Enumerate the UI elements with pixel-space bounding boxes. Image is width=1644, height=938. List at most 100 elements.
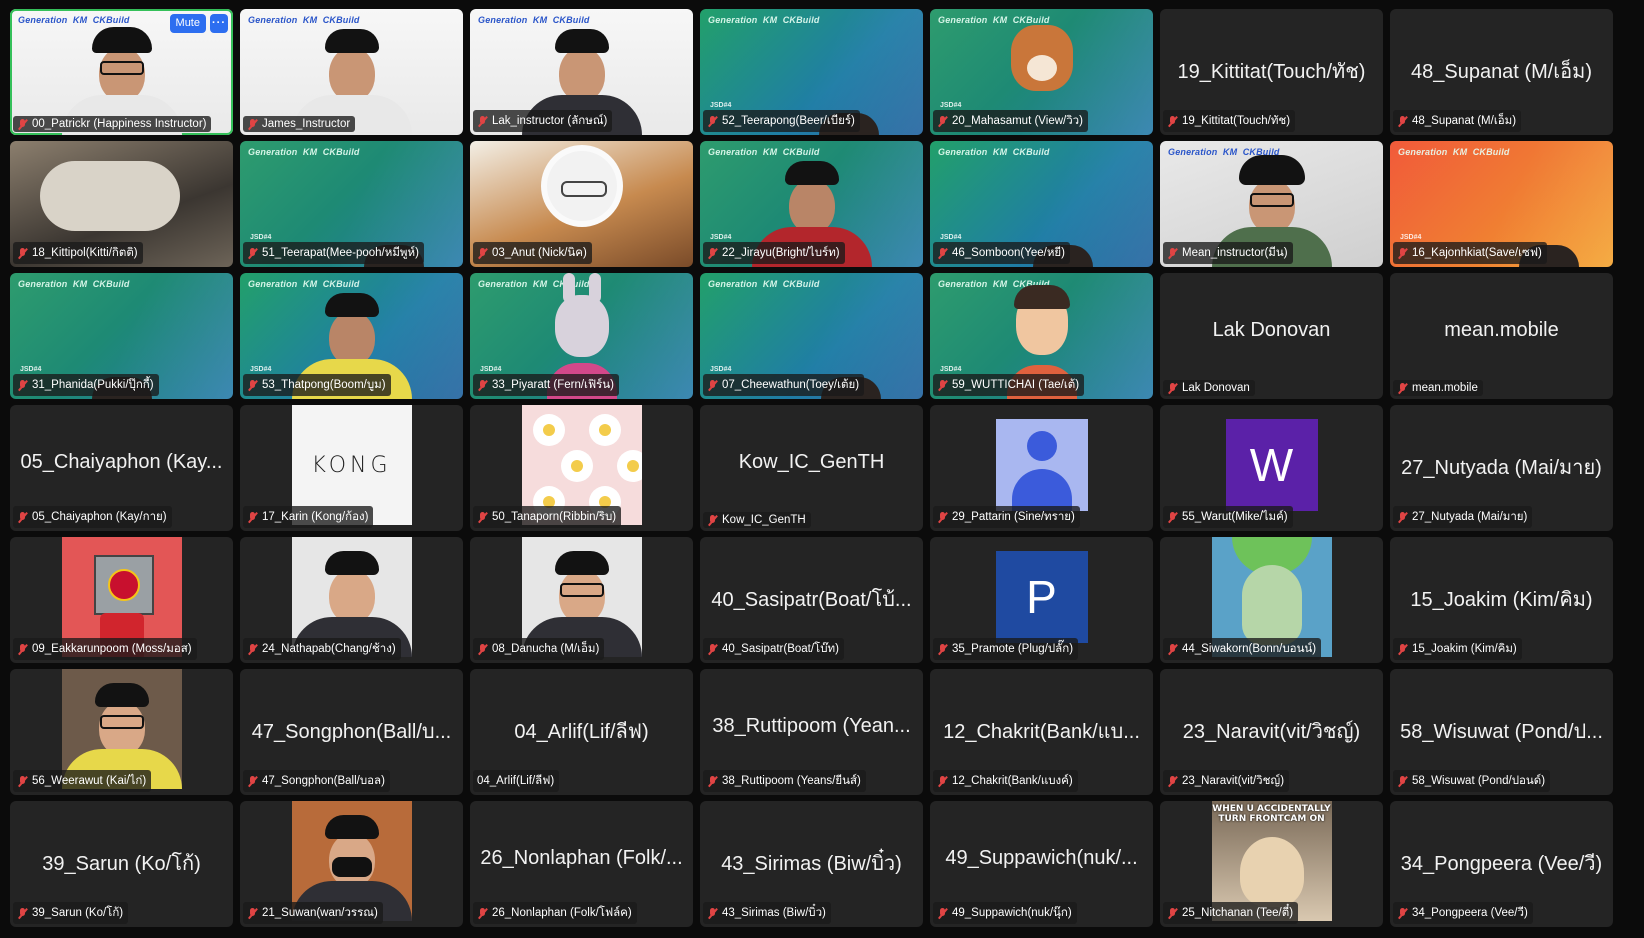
mic-muted-icon (1167, 115, 1178, 127)
mic-muted-icon (1397, 115, 1408, 127)
participant-name-label: Kow_IC_GenTH (703, 512, 811, 528)
participant-tile-00-patrickr[interactable]: Generation KM CKBuild Mute ··· 00_Patrickr … (10, 9, 233, 135)
participant-name: Lak Donovan (1182, 382, 1250, 394)
participant-name: 27_Nutyada (Mai/มาย) (1412, 511, 1528, 523)
participant-tile-mean-instructor[interactable]: Generation KM CKBuild Mean_instructor(มีน… (1160, 141, 1383, 267)
participant-tile-03-anut[interactable]: 03_Anut (Nick/นิค) (470, 141, 693, 267)
participant-tile-39-sarun[interactable]: 39_Sarun (Ko/โก้) 39_Sarun (Ko/โก้) (10, 801, 233, 927)
participant-display-name: 38_Ruttipoom (Yean... (712, 715, 911, 737)
virtual-background-tag: JSD#4 (940, 366, 962, 373)
participant-tile-21-suwan[interactable]: 21_Suwan(wan/วรรณ) (240, 801, 463, 927)
participant-tile-59-wuttichai[interactable]: Generation KM CKBuild JSD#4 59_WUTTICHAI (… (930, 273, 1153, 399)
participant-tile-22-jirayu[interactable]: Generation KM CKBuild JSD#4 22_Jirayu(Brig… (700, 141, 923, 267)
participant-display-name: 34_Pongpeera (Vee/วี) (1400, 853, 1603, 875)
mic-muted-icon (247, 511, 258, 523)
participant-display-name: 05_Chaiyaphon (Kay... (20, 451, 223, 473)
participant-tile-29-pattarin[interactable]: 29_Pattarin (Sine/ทราย) (930, 405, 1153, 531)
participant-tile-51-teerapat[interactable]: Generation KM CKBuild JSD#4 51_Teerapat(Me… (240, 141, 463, 267)
participant-tile-mean-mobile[interactable]: mean.mobile mean.mobile (1390, 273, 1613, 399)
mic-muted-icon (1397, 247, 1408, 259)
participant-name-label: 49_Suppawich(nuk/นุ๊ก) (933, 902, 1077, 924)
virtual-background-logo: Generation KM CKBuild (18, 279, 130, 289)
mic-muted-icon (1397, 907, 1408, 919)
participant-name-label: 17_Karin (Kong/ก้อง) (243, 506, 374, 528)
participant-tile-33-piyaratt[interactable]: Generation KM CKBuild JSD#4 33_Piyaratt (F… (470, 273, 693, 399)
mic-muted-icon (937, 643, 948, 655)
virtual-background-logo: Generation KM CKBuild (248, 15, 360, 25)
participant-tile-17-karin[interactable]: KONG 17_Karin (Kong/ก้อง) (240, 405, 463, 531)
participant-tile-55-warut[interactable]: W 55_Warut(Mike/ไมค์) (1160, 405, 1383, 531)
participant-name-label: 04_Arlif(Lif/ลีฟ) (473, 770, 560, 792)
participant-name: 31_Phanida(Pukki/ปุ๊กกี้) (32, 379, 154, 391)
participant-tile-26-nonlaphan[interactable]: 26_Nonlaphan (Folk/... 26_Nonlaphan (Folk… (470, 801, 693, 927)
virtual-background-logo: Generation KM CKBuild (248, 147, 360, 157)
mic-muted-icon (17, 643, 28, 655)
participant-tile-35-pramote[interactable]: P 35_Pramote (Plug/ปลั๊ก) (930, 537, 1153, 663)
participant-tile-31-phanida[interactable]: Generation KM CKBuild JSD#4 31_Phanida(Puk… (10, 273, 233, 399)
virtual-background-logo: Generation KM CKBuild (938, 147, 1050, 157)
participant-name: 33_Piyaratt (Fern/เฟิร์น) (492, 379, 614, 391)
participant-tile-lak-donovan[interactable]: Lak Donovan Lak Donovan (1160, 273, 1383, 399)
participant-tile-40-sasipatr[interactable]: 40_Sasipatr(Boat/โบ้... 40_Sasipatr(Boat/… (700, 537, 923, 663)
mic-muted-icon (707, 775, 718, 787)
participant-name: 35_Pramote (Plug/ปลั๊ก) (952, 643, 1074, 655)
participant-tile-38-ruttipoom[interactable]: 38_Ruttipoom (Yean... 38_Ruttipoom (Yeans… (700, 669, 923, 795)
mic-muted-icon (247, 907, 258, 919)
participant-name-label: 08_Danucha (M/เอ็ม) (473, 638, 605, 660)
participant-name-label: 25_Nitchanan (Tee/ตี๋) (1163, 902, 1299, 924)
participant-tile-46-somboon[interactable]: Generation KM CKBuild JSD#4 46_Somboon(Yee… (930, 141, 1153, 267)
participant-tile-15-joakim[interactable]: 15_Joakim (Kim/คิม) 15_Joakim (Kim/คิม) (1390, 537, 1613, 663)
participant-tile-23-naravit[interactable]: 23_Naravit(vit/วิชญ์) 23_Naravit(vit/วิชญ… (1160, 669, 1383, 795)
participant-tile-50-tanaporn[interactable]: 50_Tanaporn(Ribbin/ริบ) (470, 405, 693, 531)
participant-tile-18-kittipol[interactable]: 18_Kittipol(Kitti/กิตติ) (10, 141, 233, 267)
participant-display-name: 47_Songphon(Ball/บ... (251, 721, 452, 743)
participant-tile-20-mahasamut[interactable]: Generation KM CKBuild JSD#4 20_Mahasamut (… (930, 9, 1153, 135)
participant-tile-48-supanat[interactable]: 48_Supanat (M/เอ็ม) 48_Supanat (M/เอ็ม) (1390, 9, 1613, 135)
participant-tile-44-siwakorn[interactable]: 44_Siwakorn(Bonn/บอนน์) (1160, 537, 1383, 663)
participant-tile-07-cheewathun[interactable]: Generation KM CKBuild JSD#4 07_Cheewathun(… (700, 273, 923, 399)
mute-button[interactable]: Mute (169, 14, 206, 33)
participant-tile-34-pongpeera[interactable]: 34_Pongpeera (Vee/วี) 34_Pongpeera (Vee/ว… (1390, 801, 1613, 927)
participant-name-label: 53_Thatpong(Boom/บูม) (243, 374, 391, 396)
participant-name: 19_Kittitat(Touch/ทัช) (1182, 115, 1291, 127)
participant-tile-19-kittitat[interactable]: 19_Kittitat(Touch/ทัช) 19_Kittitat(Touch/… (1160, 9, 1383, 135)
participant-name-label: 09_Eakkarunpoom (Moss/มอส) (13, 638, 197, 660)
participant-name: 12_Chakrit(Bank/แบงค์) (952, 775, 1073, 787)
participant-display-name: 48_Supanat (M/เอ็ม) (1410, 61, 1592, 83)
participant-tile-05-chaiyaphon[interactable]: 05_Chaiyaphon (Kay... 05_Chaiyaphon (Kay/… (10, 405, 233, 531)
participant-tile-53-thatpong[interactable]: Generation KM CKBuild JSD#4 53_Thatpong(Bo… (240, 273, 463, 399)
default-avatar-icon (995, 419, 1088, 511)
participant-name-label: 23_Naravit(vit/วิชญ์) (1163, 770, 1290, 792)
virtual-background-tag: JSD#4 (480, 366, 502, 373)
mic-muted-icon (1167, 907, 1178, 919)
participant-tile-43-sirimas[interactable]: 43_Sirimas (Biw/บิ๋ว) 43_Sirimas (Biw/บิ๋… (700, 801, 923, 927)
participant-display-name: 23_Naravit(vit/วิชญ์) (1182, 721, 1361, 743)
participant-display-name: mean.mobile (1444, 319, 1559, 341)
memoji-avatar (1013, 285, 1070, 355)
participant-tile-lak-instructor[interactable]: Generation KM CKBuild Lak_instructor (ลัก… (470, 9, 693, 135)
participant-tile-24-nathapab[interactable]: 24_Nathapab(Chang/ช้าง) (240, 537, 463, 663)
participant-tile-kow-ic-genth[interactable]: Kow_IC_GenTH Kow_IC_GenTH (700, 405, 923, 531)
participant-name: 21_Suwan(wan/วรรณ) (262, 907, 378, 919)
participant-name-label: 39_Sarun (Ko/โก้) (13, 902, 129, 924)
participant-tile-47-songphon[interactable]: 47_Songphon(Ball/บ... 47_Songphon(Ball/บอ… (240, 669, 463, 795)
participant-tile-james-instructor[interactable]: Generation KM CKBuild James_Instructor (240, 9, 463, 135)
participant-name-label: 20_Mahasamut (View/วิว) (933, 110, 1088, 132)
participant-tile-56-weerawut[interactable]: 56_Weerawut (Kai/ไก่) (10, 669, 233, 795)
participant-tile-58-wisuwat[interactable]: 58_Wisuwat (Pond/ป... 58_Wisuwat (Pond/ปอ… (1390, 669, 1613, 795)
participant-tile-16-kajonhkiat[interactable]: Generation KM CKBuild JSD#4 16_Kajonhkiat(… (1390, 141, 1613, 267)
participant-name-label: 50_Tanaporn(Ribbin/ริบ) (473, 506, 622, 528)
participant-tile-08-danucha[interactable]: 08_Danucha (M/เอ็ม) (470, 537, 693, 663)
participant-tile-04-arlif[interactable]: 04_Arlif(Lif/ลีฟ) 04_Arlif(Lif/ลีฟ) (470, 669, 693, 795)
participant-display-name: Kow_IC_GenTH (738, 451, 885, 473)
participant-name-label: Mean_instructor(มีน) (1163, 242, 1293, 264)
participant-tile-25-nitchanan[interactable]: WHEN U ACCIDENTALLY TURN FRONTCAM ON 25_N… (1160, 801, 1383, 927)
participant-tile-52-teerapong[interactable]: Generation KM CKBuild JSD#4 52_Teerapong(B… (700, 9, 923, 135)
participant-name-label: 35_Pramote (Plug/ปลั๊ก) (933, 638, 1079, 660)
participant-tile-12-chakrit[interactable]: 12_Chakrit(Bank/แบ... 12_Chakrit(Bank/แบง… (930, 669, 1153, 795)
participant-name: Mean_instructor(มีน) (1182, 247, 1288, 259)
participant-tile-09-eakkarunpoom[interactable]: 09_Eakkarunpoom (Moss/มอส) (10, 537, 233, 663)
more-options-button[interactable]: ··· (210, 14, 228, 33)
participant-tile-27-nutyada[interactable]: 27_Nutyada (Mai/มาย) 27_Nutyada (Mai/มาย) (1390, 405, 1613, 531)
participant-tile-49-suppawich[interactable]: 49_Suppawich(nuk/... 49_Suppawich(nuk/นุ๊… (930, 801, 1153, 927)
